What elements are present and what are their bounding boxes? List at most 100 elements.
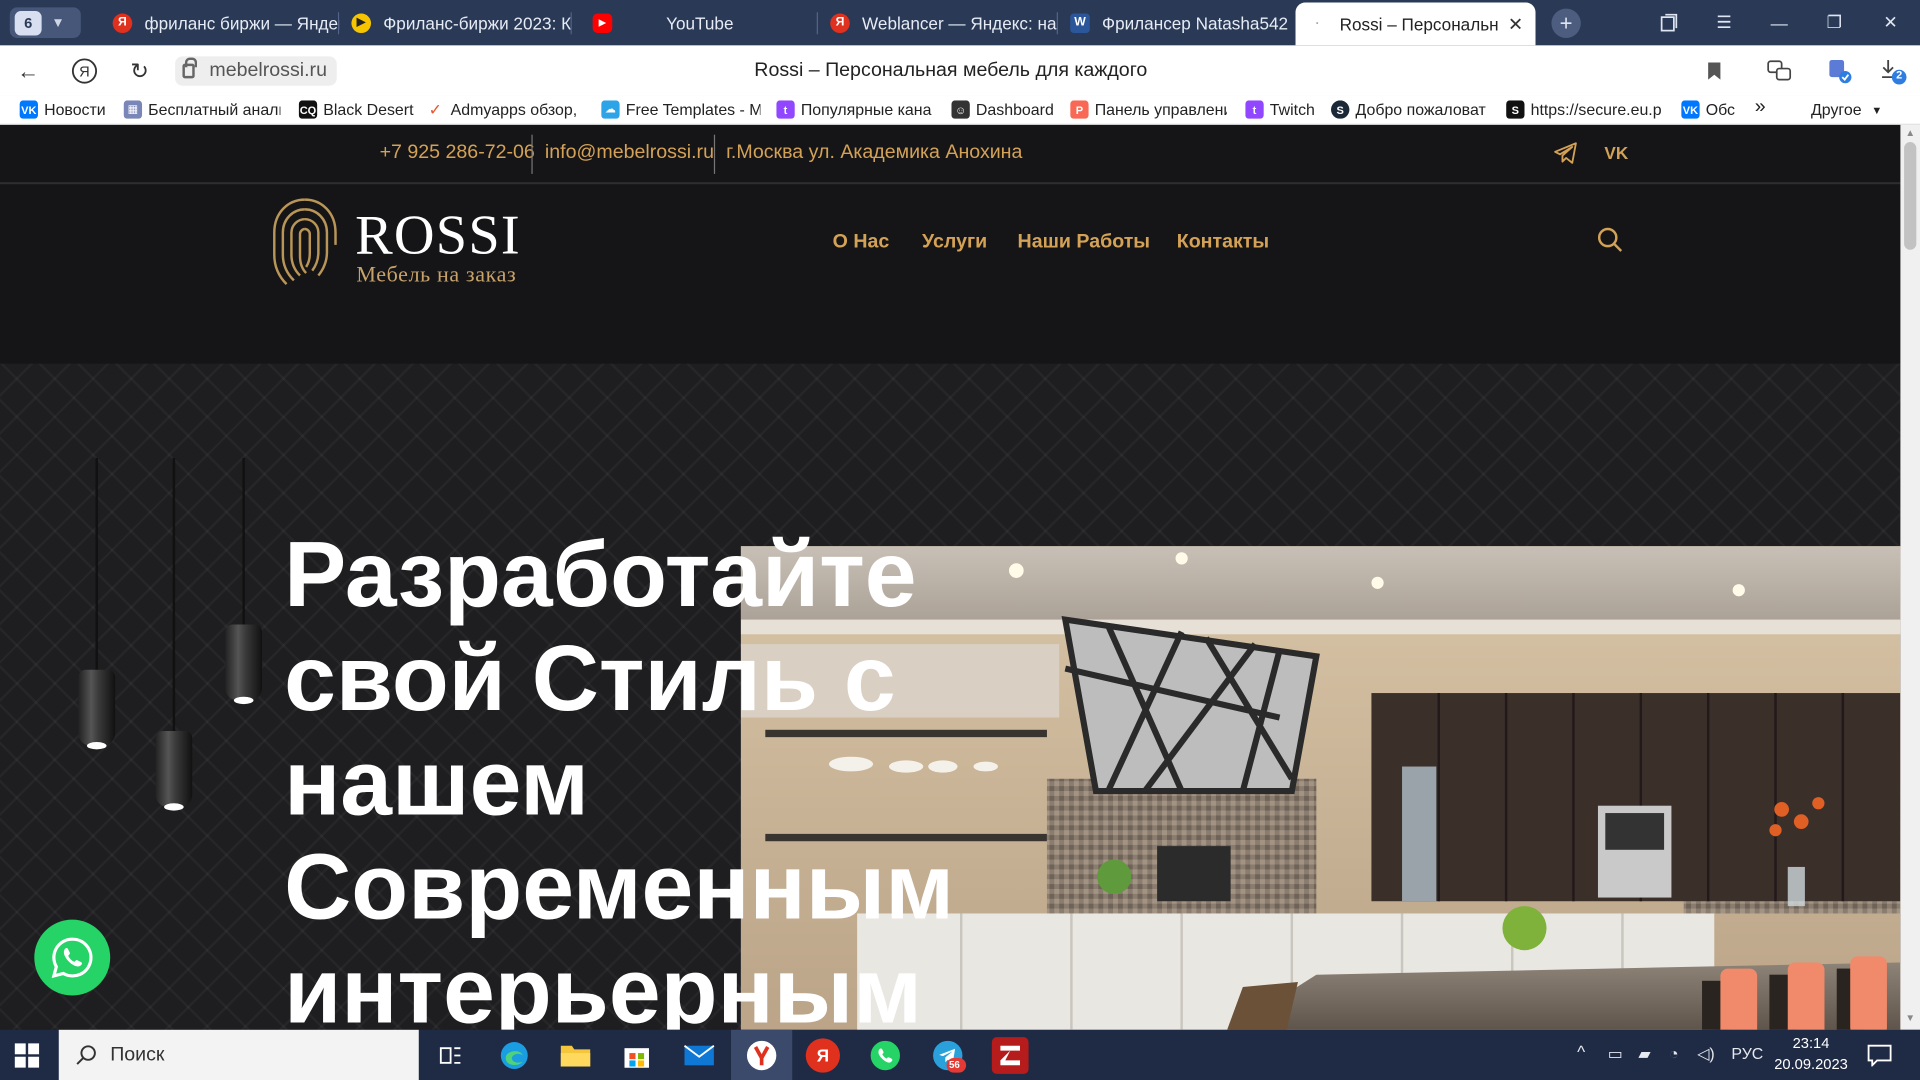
- bookmarks-other-folder[interactable]: Другое ▼: [1811, 100, 1882, 118]
- scroll-down-icon[interactable]: ▼: [1900, 1013, 1920, 1028]
- bookmarks-overflow-button[interactable]: »: [1755, 97, 1766, 119]
- tab-3[interactable]: ▶ YouTube: [580, 2, 818, 42]
- mail-icon[interactable]: [681, 1037, 718, 1074]
- nav-services[interactable]: Услуги: [922, 231, 987, 253]
- page-scrollbar[interactable]: ▲ ▼: [1900, 124, 1920, 1030]
- pendant-lamp-image: [155, 731, 193, 811]
- hero-title: Разработайте свой Стиль с нашем Современ…: [284, 522, 955, 1030]
- logo-name[interactable]: ROSSI: [355, 202, 521, 267]
- pendant-lamp-image: [225, 624, 263, 705]
- clock[interactable]: 23:14 20.09.2023: [1773, 1033, 1849, 1075]
- bookmark-analysis[interactable]: ▦ Бесплатный анали: [123, 100, 280, 119]
- bookmark-free-templates[interactable]: ☁ Free Templates - M: [601, 100, 760, 119]
- filezilla-icon[interactable]: [991, 1037, 1029, 1074]
- tab-title: Rossi – Персональная: [1339, 14, 1499, 34]
- patreon-icon: P: [1070, 100, 1089, 119]
- search-icon[interactable]: [1597, 227, 1624, 254]
- meet-now-icon[interactable]: ▭: [1608, 1044, 1623, 1064]
- nav-about[interactable]: О Нас: [833, 231, 890, 253]
- minimize-icon[interactable]: —: [1755, 0, 1804, 45]
- bookmark-novosti[interactable]: VK Новости: [19, 100, 106, 119]
- bookmark-admyapps[interactable]: ✓ Admyapps обзор,: [426, 100, 580, 118]
- restore-icon[interactable]: ❐: [1810, 0, 1859, 45]
- yandex-icon: Я: [830, 12, 850, 33]
- yandex-video-icon: ▶: [351, 12, 372, 33]
- microsoft-store-icon[interactable]: [618, 1037, 655, 1074]
- bookmark-icon[interactable]: [1700, 56, 1729, 85]
- windows-start-icon[interactable]: [14, 1043, 40, 1068]
- collections-icon[interactable]: [1644, 0, 1693, 45]
- bookmark-twitch[interactable]: t Twitch: [1245, 100, 1315, 119]
- bookmark-dashboard[interactable]: ☺ Dashboard: [951, 100, 1054, 119]
- tab-title: YouTube: [666, 12, 734, 33]
- nav-contacts[interactable]: Контакты: [1177, 231, 1269, 253]
- wifi-icon[interactable]: ◔: [1669, 1044, 1679, 1062]
- tab-title: фриланс биржи — Яндекс: [144, 12, 340, 33]
- s-icon: S: [1506, 100, 1525, 119]
- whatsapp-chat-button[interactable]: [34, 919, 111, 996]
- tab-title: Weblancer — Яндекс: на: [862, 12, 1057, 33]
- vk-icon: VK: [19, 100, 38, 119]
- tab-2[interactable]: ▶ Фриланс-биржи 2023: К: [339, 2, 572, 42]
- bookmark-steam[interactable]: S Добро пожаловат: [1331, 100, 1488, 119]
- tab-title: Фрилансер Natasha542 |: [1102, 12, 1294, 33]
- battery-icon[interactable]: ▰: [1638, 1044, 1650, 1064]
- extensions-icon[interactable]: [1824, 56, 1853, 85]
- twitch-icon: t: [1245, 100, 1264, 119]
- edge-icon[interactable]: [496, 1037, 533, 1074]
- whatsapp-icon: [51, 937, 93, 979]
- yandex-browser-icon[interactable]: [743, 1037, 780, 1074]
- bookmark-black-desert[interactable]: CQ Black Desert: [298, 100, 414, 119]
- yandex-icon[interactable]: Я: [805, 1038, 841, 1073]
- bookmark-twitch-popular[interactable]: t Популярные кана: [776, 100, 933, 119]
- tab-strip: 6 ▼ Я фриланс биржи — Яндекс ▶ Фриланс-б…: [0, 0, 1920, 46]
- tab-4[interactable]: Я Weblancer — Яндекс: на: [818, 2, 1058, 42]
- tab-groups-button[interactable]: 6 ▼: [9, 7, 81, 38]
- tab-1[interactable]: Я фриланс биржи — Яндекс: [100, 2, 339, 42]
- phone-link[interactable]: +7 925 286-72-06: [380, 142, 535, 164]
- language-indicator[interactable]: РУС: [1731, 1044, 1763, 1062]
- new-tab-button[interactable]: +: [1551, 8, 1581, 38]
- loading-icon: ·: [1315, 17, 1320, 31]
- downloads-icon[interactable]: 2: [1878, 56, 1907, 85]
- nav-works[interactable]: Наши Работы: [1018, 231, 1150, 253]
- site-header: ROSSI Мебель на заказ О Нас Услуги Наши …: [0, 184, 1901, 364]
- twitch-icon: t: [776, 100, 795, 119]
- email-link[interactable]: info@mebelrossi.ru: [545, 142, 714, 164]
- menu-icon[interactable]: ☰: [1700, 0, 1749, 45]
- telegram-icon[interactable]: [1553, 140, 1580, 167]
- web-page: +7 925 286-72-06 info@mebelrossi.ru г.Мо…: [0, 124, 1901, 1030]
- grid-icon: ▦: [123, 100, 143, 119]
- bookmark-secure[interactable]: S https://secure.eu.p: [1506, 100, 1663, 119]
- search-icon: [76, 1044, 96, 1065]
- hero-section: Разработайте свой Стиль с нашем Современ…: [0, 363, 1901, 1030]
- bookmark-control-panel[interactable]: P Панель управлени: [1070, 100, 1227, 119]
- notifications-icon[interactable]: [1861, 1037, 1898, 1074]
- volume-icon[interactable]: ◁): [1697, 1044, 1715, 1064]
- tab-active[interactable]: · Rossi – Персональная ✕: [1295, 2, 1536, 46]
- vk-icon[interactable]: VK: [1603, 140, 1630, 167]
- steam-icon: S: [1331, 100, 1350, 119]
- vk-icon: VK: [1681, 100, 1700, 119]
- clock-time: 23:14: [1792, 1034, 1830, 1052]
- taskbar-search-box[interactable]: Поиск: [58, 1029, 419, 1080]
- scroll-up-icon[interactable]: ▲: [1900, 127, 1920, 142]
- whatsapp-icon[interactable]: [867, 1037, 904, 1074]
- bookmark-obs[interactable]: VK Обс: [1681, 100, 1735, 119]
- taskbar: Поиск Я 56 ^ ▭ ▰ ◔ ◁) РУС 23:14 20.09.20…: [0, 1029, 1920, 1080]
- scrollbar-thumb[interactable]: [1904, 142, 1917, 250]
- pendant-lamp-image: [78, 669, 116, 750]
- task-view-icon[interactable]: [432, 1037, 469, 1074]
- tab-5[interactable]: W Фрилансер Natasha542 |: [1058, 2, 1293, 42]
- yandex-icon: Я: [112, 12, 133, 33]
- translate-icon[interactable]: [1764, 56, 1793, 85]
- tab-count-badge: 6: [14, 10, 42, 35]
- close-tab-icon[interactable]: ✕: [1508, 13, 1523, 35]
- close-window-icon[interactable]: ✕: [1866, 0, 1915, 45]
- fingerprint-logo-icon[interactable]: [267, 192, 343, 292]
- tray-overflow-icon[interactable]: ^: [1577, 1042, 1585, 1062]
- page-title: Rossi – Персональная мебель для каждого: [754, 60, 1148, 81]
- cloud-icon: ☁: [601, 100, 620, 119]
- telegram-icon[interactable]: 56: [929, 1037, 967, 1074]
- file-explorer-icon[interactable]: [557, 1037, 594, 1074]
